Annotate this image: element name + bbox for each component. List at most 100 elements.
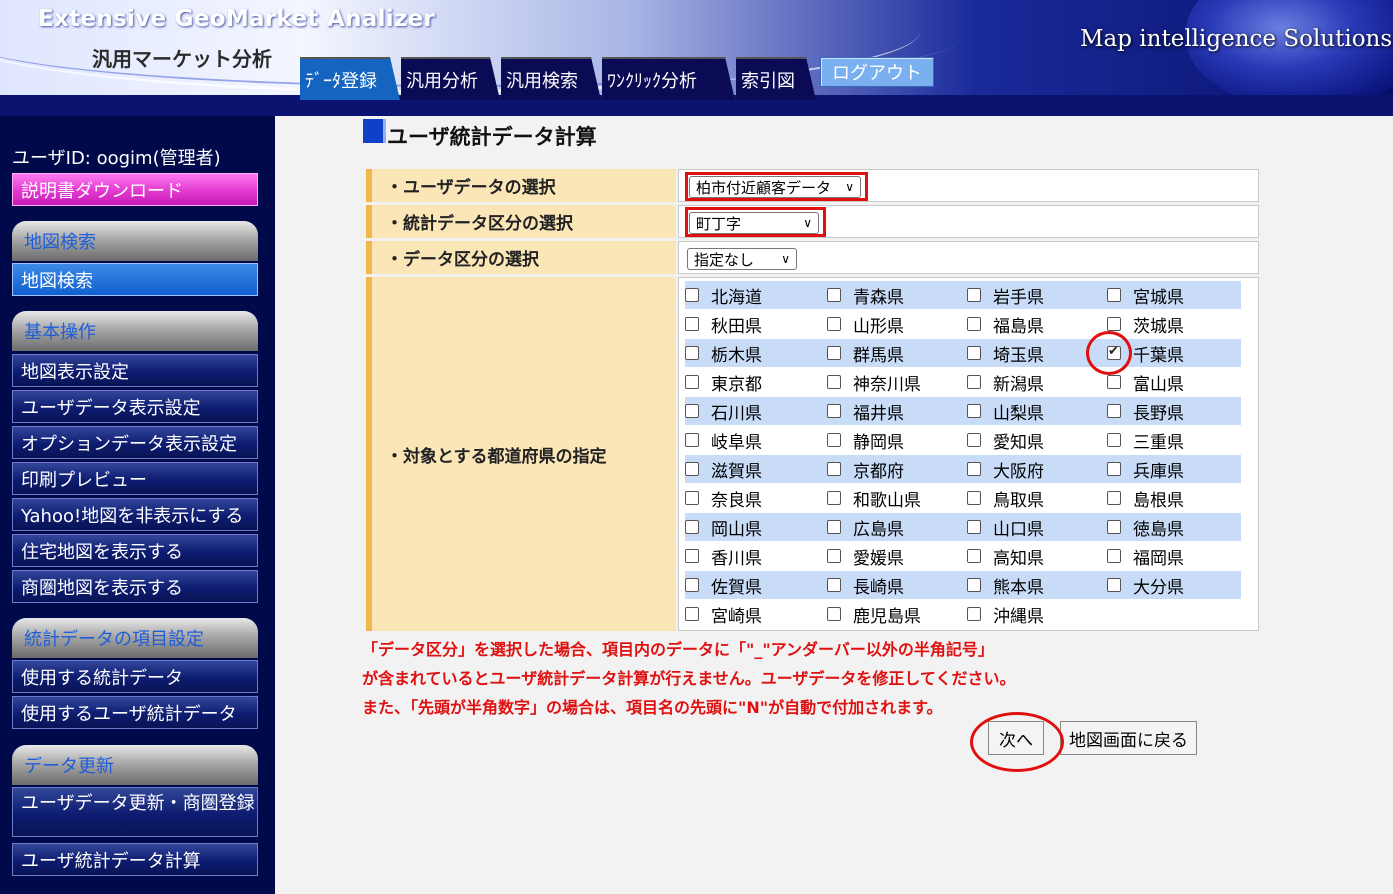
prefecture-checkbox[interactable]: [967, 288, 981, 302]
prefecture-checkbox[interactable]: [967, 491, 981, 505]
prefecture-checkbox[interactable]: [967, 578, 981, 592]
prefecture-option[interactable]: 京都府: [827, 455, 904, 483]
data-division-select[interactable]: 指定なし ∨: [687, 248, 797, 270]
prefecture-checkbox[interactable]: [827, 607, 841, 621]
prefecture-option[interactable]: 神奈川県: [827, 368, 921, 396]
prefecture-option[interactable]: 青森県: [827, 281, 904, 309]
prefecture-checkbox[interactable]: [1107, 462, 1121, 476]
sidebar-item-print-preview[interactable]: 印刷プレビュー: [12, 462, 258, 495]
prefecture-checkbox[interactable]: [827, 346, 841, 360]
prefecture-option[interactable]: 愛媛県: [827, 542, 904, 570]
sidebar-item-user-stat-calc[interactable]: ユーザ統計データ計算: [12, 843, 258, 876]
prefecture-option[interactable]: 岡山県: [685, 513, 762, 541]
prefecture-option[interactable]: 兵庫県: [1107, 455, 1184, 483]
prefecture-option[interactable]: 香川県: [685, 542, 762, 570]
tab-general-analysis[interactable]: 汎用分析: [401, 57, 500, 100]
prefecture-checkbox[interactable]: [685, 549, 699, 563]
prefecture-option[interactable]: 山形県: [827, 310, 904, 338]
prefecture-option[interactable]: 鳥取県: [967, 484, 1044, 512]
prefecture-option[interactable]: 熊本県: [967, 571, 1044, 599]
prefecture-checkbox[interactable]: [685, 433, 699, 447]
prefecture-checkbox[interactable]: [967, 346, 981, 360]
prefecture-option[interactable]: 福岡県: [1107, 542, 1184, 570]
sidebar-item-user-data-display[interactable]: ユーザデータ表示設定: [12, 390, 258, 423]
prefecture-option[interactable]: 北海道: [685, 281, 762, 309]
prefecture-checkbox[interactable]: [685, 462, 699, 476]
prefecture-option[interactable]: 鹿児島県: [827, 600, 921, 628]
prefecture-checkbox[interactable]: [685, 520, 699, 534]
prefecture-checkbox[interactable]: [1107, 491, 1121, 505]
prefecture-option[interactable]: 福島県: [967, 310, 1044, 338]
prefecture-checkbox[interactable]: [1107, 375, 1121, 389]
sidebar-item-hide-yahoo-map[interactable]: Yahoo!地図を非表示にする: [12, 498, 258, 531]
prefecture-option[interactable]: 滋賀県: [685, 455, 762, 483]
prefecture-option[interactable]: 奈良県: [685, 484, 762, 512]
prefecture-checkbox[interactable]: [685, 375, 699, 389]
tab-oneclick-analysis[interactable]: ﾜﾝｸﾘｯｸ分析: [602, 57, 735, 100]
prefecture-option[interactable]: 岩手県: [967, 281, 1044, 309]
sidebar-item-stat-data[interactable]: 使用する統計データ: [12, 660, 258, 693]
prefecture-checkbox[interactable]: [1107, 578, 1121, 592]
prefecture-checkbox[interactable]: [685, 288, 699, 302]
prefecture-option[interactable]: 山口県: [967, 513, 1044, 541]
sidebar-item-user-data-update[interactable]: ユーザデータ更新・商圏登録: [12, 787, 258, 837]
prefecture-checkbox[interactable]: [1107, 288, 1121, 302]
prefecture-option[interactable]: 山梨県: [967, 397, 1044, 425]
prefecture-checkbox[interactable]: [1107, 404, 1121, 418]
prefecture-option[interactable]: 岐阜県: [685, 426, 762, 454]
prefecture-option[interactable]: 秋田県: [685, 310, 762, 338]
prefecture-option[interactable]: 三重県: [1107, 426, 1184, 454]
prefecture-checkbox[interactable]: [827, 520, 841, 534]
prefecture-option[interactable]: 大阪府: [967, 455, 1044, 483]
sidebar-item-show-residential-map[interactable]: 住宅地図を表示する: [12, 534, 258, 567]
prefecture-checkbox[interactable]: [685, 346, 699, 360]
prefecture-checkbox[interactable]: [827, 375, 841, 389]
prefecture-checkbox[interactable]: [827, 491, 841, 505]
sidebar-item-show-trade-area-map[interactable]: 商圏地図を表示する: [12, 570, 258, 603]
tab-data-register[interactable]: ﾃﾞｰﾀ登録: [300, 57, 400, 100]
prefecture-checkbox[interactable]: [1107, 549, 1121, 563]
prefecture-option[interactable]: 宮城県: [1107, 281, 1184, 309]
prefecture-option[interactable]: 沖縄県: [967, 600, 1044, 628]
tab-general-search[interactable]: 汎用検索: [501, 57, 601, 100]
prefecture-checkbox[interactable]: [967, 607, 981, 621]
prefecture-checkbox[interactable]: [1107, 433, 1121, 447]
manual-download-button[interactable]: 説明書ダウンロード: [12, 173, 258, 206]
prefecture-option[interactable]: 群馬県: [827, 339, 904, 367]
prefecture-checkbox[interactable]: [685, 578, 699, 592]
prefecture-checkbox[interactable]: [685, 404, 699, 418]
prefecture-checkbox[interactable]: [1107, 520, 1121, 534]
prefecture-option[interactable]: 石川県: [685, 397, 762, 425]
prefecture-checkbox[interactable]: [1107, 317, 1121, 331]
back-to-map-button[interactable]: 地図画面に戻る: [1060, 721, 1197, 755]
prefecture-checkbox[interactable]: [827, 549, 841, 563]
prefecture-checkbox[interactable]: [967, 433, 981, 447]
sidebar-item-option-data-display[interactable]: オプションデータ表示設定: [12, 426, 258, 459]
prefecture-option[interactable]: 大分県: [1107, 571, 1184, 599]
prefecture-checkbox[interactable]: [827, 433, 841, 447]
prefecture-option[interactable]: 愛知県: [967, 426, 1044, 454]
prefecture-option[interactable]: 福井県: [827, 397, 904, 425]
prefecture-checkbox[interactable]: [967, 404, 981, 418]
prefecture-checkbox[interactable]: [827, 578, 841, 592]
prefecture-option[interactable]: 広島県: [827, 513, 904, 541]
prefecture-option[interactable]: 新潟県: [967, 368, 1044, 396]
prefecture-option[interactable]: 高知県: [967, 542, 1044, 570]
prefecture-checkbox[interactable]: [827, 462, 841, 476]
prefecture-option[interactable]: 宮崎県: [685, 600, 762, 628]
sidebar-item-user-stat-data[interactable]: 使用するユーザ統計データ: [12, 696, 258, 729]
prefecture-option[interactable]: 長野県: [1107, 397, 1184, 425]
prefecture-checkbox[interactable]: [967, 317, 981, 331]
prefecture-option[interactable]: 埼玉県: [967, 339, 1044, 367]
prefecture-option[interactable]: 佐賀県: [685, 571, 762, 599]
sidebar-item-map-search[interactable]: 地図検索: [12, 263, 258, 296]
prefecture-option[interactable]: 長崎県: [827, 571, 904, 599]
logout-button[interactable]: ログアウト: [820, 57, 934, 87]
tab-index-map[interactable]: 索引図: [736, 57, 816, 100]
prefecture-checkbox[interactable]: [967, 462, 981, 476]
prefecture-option[interactable]: 島根県: [1107, 484, 1184, 512]
sidebar-item-map-display-settings[interactable]: 地図表示設定: [12, 354, 258, 387]
prefecture-option[interactable]: 東京都: [685, 368, 762, 396]
prefecture-checkbox[interactable]: [967, 520, 981, 534]
prefecture-checkbox[interactable]: [685, 317, 699, 331]
